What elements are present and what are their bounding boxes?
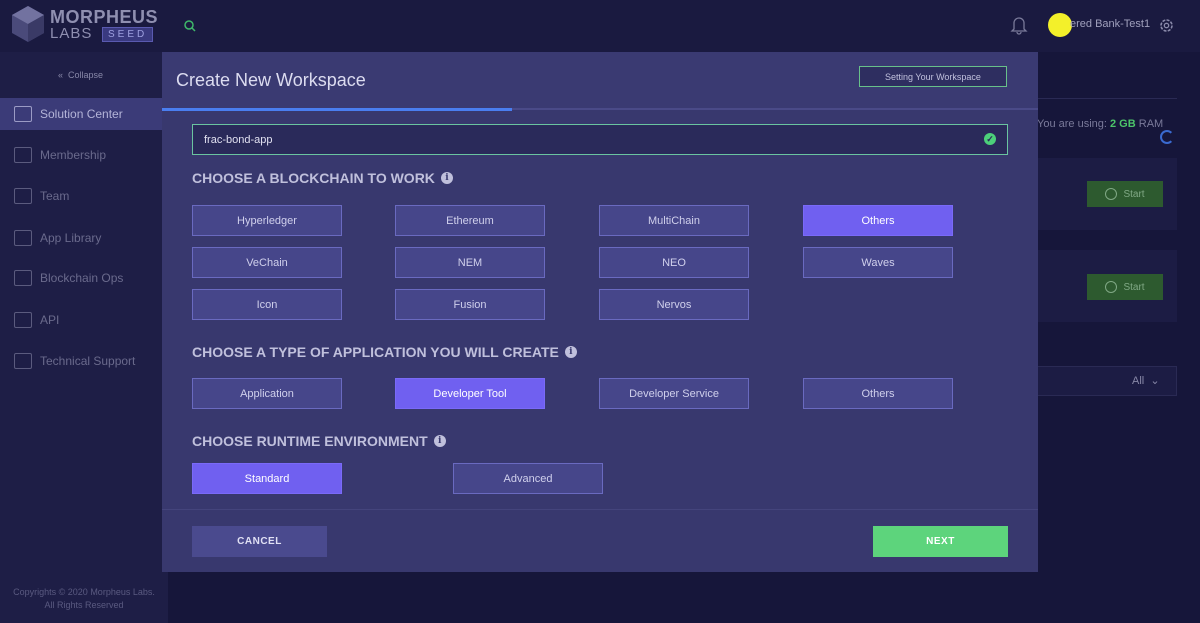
runtime-section-title: CHOOSE RUNTIME ENVIRONMENT i — [192, 433, 446, 449]
sidebar-item-app-library[interactable]: App Library — [0, 222, 162, 254]
username[interactable]: ered Bank-Test1 — [1070, 18, 1150, 30]
sidebar: « Collapse Solution Center Membership Te… — [0, 52, 168, 623]
double-chevron-left-icon: « — [58, 70, 64, 80]
background-divider — [1037, 98, 1177, 99]
info-icon[interactable]: i — [433, 435, 446, 447]
workspace-name-input[interactable]: frac-bond-app — [192, 124, 1008, 155]
apptype-option-developer-service[interactable]: Developer Service — [599, 378, 749, 409]
runtime-option-standard[interactable]: Standard — [192, 463, 342, 494]
blockchain-section-title: CHOOSE A BLOCKCHAIN TO WORK i — [192, 170, 453, 186]
sidebar-item-team[interactable]: Team — [0, 180, 162, 212]
setting-workspace-button[interactable]: Setting Your Workspace — [859, 66, 1007, 87]
section-title-text: CHOOSE RUNTIME ENVIRONMENT — [192, 433, 428, 449]
play-icon — [1105, 281, 1118, 293]
modal-title: Create New Workspace — [176, 70, 366, 90]
blockchain-option-vechain[interactable]: VeChain — [192, 247, 342, 278]
apptype-section-title: CHOOSE A TYPE OF APPLICATION YOU WILL CR… — [192, 344, 577, 360]
sidebar-item-label: Membership — [40, 148, 107, 162]
technical-support-icon — [14, 353, 32, 369]
filter-value[interactable]: All ⌄ — [1132, 374, 1160, 387]
search-icon[interactable] — [182, 18, 198, 34]
top-bar: MORPHEUS LABS SEED ered Bank-Test1 — [0, 0, 1200, 52]
blockchain-option-neo[interactable]: NEO — [599, 247, 749, 278]
blockchain-option-icon[interactable]: Icon — [192, 289, 342, 320]
avatar[interactable] — [1048, 13, 1072, 37]
sidebar-item-label: Blockchain Ops — [40, 271, 124, 285]
sidebar-item-label: Team — [40, 189, 70, 203]
copyright: Copyrights © 2020 Morpheus Labs. All Rig… — [0, 586, 168, 612]
blockchain-option-waves[interactable]: Waves — [803, 247, 953, 278]
blockchain-option-others[interactable]: Others — [803, 205, 953, 236]
blockchain-option-multichain[interactable]: MultiChain — [599, 205, 749, 236]
play-icon — [1105, 188, 1118, 200]
create-workspace-modal: Create New Workspace Setting Your Worksp… — [162, 52, 1038, 572]
collapse-label: Collapse — [68, 70, 104, 80]
brand-edition: SEED — [102, 27, 154, 42]
progress-bar — [162, 108, 1038, 111]
ram-value: 2 GB — [1110, 118, 1136, 130]
blockchain-ops-icon — [14, 270, 32, 286]
sidebar-item-label: Solution Center — [40, 107, 123, 121]
modal-header: Create New Workspace Setting Your Worksp… — [162, 52, 1038, 109]
blockchain-option-nervos[interactable]: Nervos — [599, 289, 749, 320]
sidebar-item-label: Technical Support — [40, 354, 136, 368]
ram-prefix: You are using: — [1037, 118, 1107, 130]
copyright-line-1: Copyrights © 2020 Morpheus Labs. — [13, 587, 155, 597]
morpheus-logo[interactable]: MORPHEUS LABS SEED — [10, 5, 158, 43]
chevron-down-icon: ⌄ — [1150, 375, 1160, 387]
start-label: Start — [1123, 281, 1145, 293]
cube-logo-icon — [12, 6, 44, 42]
brand-name-bottom: LABS — [50, 25, 93, 42]
apptype-option-others[interactable]: Others — [803, 378, 953, 409]
start-label: Start — [1123, 188, 1145, 200]
modal-footer: CANCEL NEXT — [162, 509, 1038, 572]
ram-usage: You are using: 2 GB RAM — [1037, 118, 1163, 130]
gear-icon[interactable] — [1158, 17, 1175, 34]
sidebar-item-label: App Library — [40, 231, 102, 245]
filter-label: All — [1132, 375, 1145, 387]
blockchain-option-fusion[interactable]: Fusion — [395, 289, 545, 320]
sidebar-item-membership[interactable]: Membership — [0, 139, 162, 171]
section-title-text: CHOOSE A BLOCKCHAIN TO WORK — [192, 170, 435, 186]
api-icon — [14, 312, 32, 328]
membership-icon — [14, 147, 32, 163]
ram-unit: RAM — [1138, 118, 1164, 130]
info-icon[interactable]: i — [564, 346, 577, 358]
collapse-button[interactable]: « Collapse — [58, 70, 103, 80]
next-button[interactable]: NEXT — [873, 526, 1008, 557]
check-circle-icon: ✓ — [984, 133, 996, 145]
blockchain-option-ethereum[interactable]: Ethereum — [395, 205, 545, 236]
start-button[interactable]: Start — [1087, 274, 1163, 300]
blockchain-option-hyperledger[interactable]: Hyperledger — [192, 205, 342, 236]
bell-icon[interactable] — [1010, 15, 1028, 35]
copyright-line-2: All Rights Reserved — [44, 600, 124, 610]
start-button[interactable]: Start — [1087, 181, 1163, 207]
app-library-icon — [14, 230, 32, 246]
sidebar-item-solution-center[interactable]: Solution Center — [0, 98, 162, 130]
info-icon[interactable]: i — [440, 172, 453, 184]
apptype-option-developer-tool[interactable]: Developer Tool — [395, 378, 545, 409]
section-title-text: CHOOSE A TYPE OF APPLICATION YOU WILL CR… — [192, 344, 559, 360]
blockchain-option-nem[interactable]: NEM — [395, 247, 545, 278]
sidebar-item-technical-support[interactable]: Technical Support — [0, 345, 162, 377]
runtime-option-advanced[interactable]: Advanced — [453, 463, 603, 494]
solution-center-icon — [14, 106, 32, 122]
sidebar-item-api[interactable]: API — [0, 304, 162, 336]
team-icon — [14, 188, 32, 204]
sidebar-item-blockchain-ops[interactable]: Blockchain Ops — [0, 262, 162, 294]
refresh-icon[interactable] — [1160, 130, 1174, 144]
sidebar-item-label: API — [40, 313, 60, 327]
cancel-button[interactable]: CANCEL — [192, 526, 327, 557]
apptype-option-application[interactable]: Application — [192, 378, 342, 409]
progress-fill — [162, 108, 513, 111]
